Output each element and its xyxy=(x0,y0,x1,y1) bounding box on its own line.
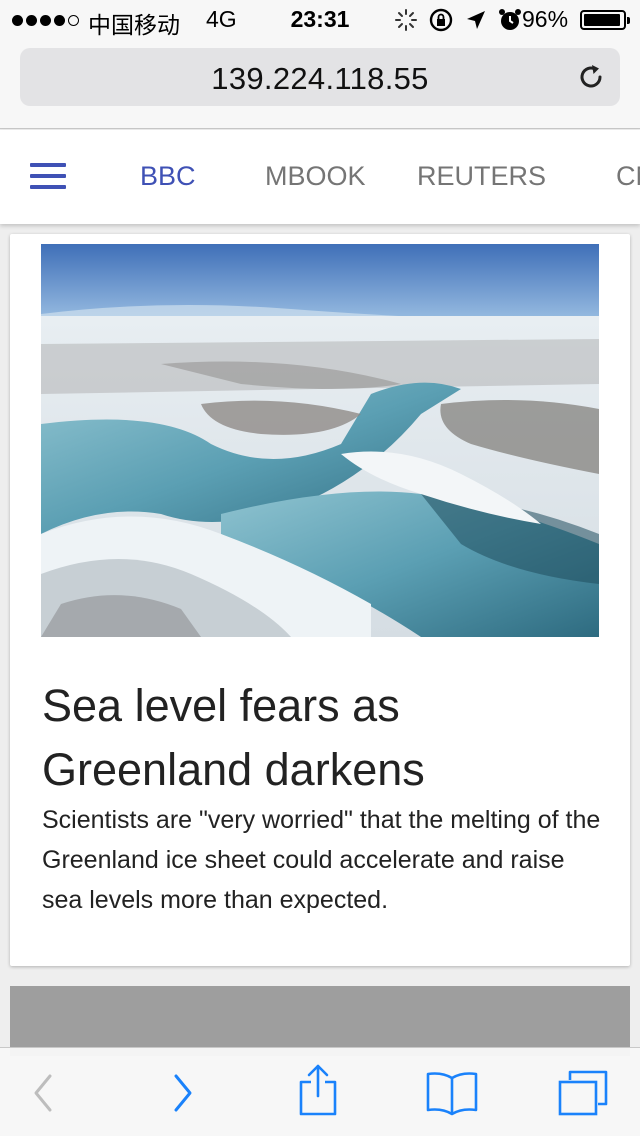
tab-reuters[interactable]: REUTERS xyxy=(417,161,546,192)
screen: 中国移动 4G 23:31 96% 139.224.118.55 BBC MBO… xyxy=(0,0,640,1136)
article-summary: Scientists are "very worried" that the m… xyxy=(42,806,601,914)
hamburger-menu-icon[interactable] xyxy=(30,163,66,189)
battery-fill xyxy=(584,14,621,26)
tab-mbook[interactable]: MBOOK xyxy=(265,161,366,192)
forward-button[interactable] xyxy=(158,1070,208,1116)
status-icons xyxy=(394,7,522,33)
menu-line xyxy=(30,185,66,189)
url-field[interactable]: 139.224.118.55 xyxy=(20,48,620,106)
greenland-meltwater-photo xyxy=(41,244,599,637)
rotation-lock-icon xyxy=(429,8,453,32)
share-button[interactable] xyxy=(293,1064,343,1116)
browser-address-bar: 139.224.118.55 xyxy=(0,40,640,129)
url-text[interactable]: 139.224.118.55 xyxy=(20,61,620,97)
menu-line xyxy=(30,174,66,178)
battery-icon xyxy=(580,10,630,30)
chevron-right-icon xyxy=(174,1074,192,1112)
back-button[interactable] xyxy=(18,1070,68,1116)
article-image[interactable] xyxy=(41,244,599,637)
next-article-card[interactable] xyxy=(10,986,630,1056)
chevron-left-icon xyxy=(34,1074,52,1112)
battery-nub xyxy=(627,17,630,24)
reload-icon[interactable] xyxy=(576,62,606,92)
activity-spinner-icon xyxy=(395,9,417,31)
tab-bbc[interactable]: BBC xyxy=(140,161,196,192)
location-arrow-icon xyxy=(467,11,485,29)
battery-percent: 96% xyxy=(522,6,569,32)
tabs-button[interactable] xyxy=(556,1070,610,1116)
tabs-icon xyxy=(558,1070,608,1116)
tab-cn[interactable]: CN xyxy=(616,161,640,192)
alarm-icon xyxy=(499,9,521,30)
bookmarks-button[interactable] xyxy=(424,1070,480,1116)
source-nav-bar: BBC MBOOK REUTERS CN xyxy=(0,130,640,224)
status-bar: 中国移动 4G 23:31 96% xyxy=(0,0,640,40)
browser-toolbar xyxy=(0,1047,640,1136)
menu-line xyxy=(30,163,66,167)
share-icon xyxy=(299,1064,337,1116)
article-title[interactable]: Sea level fears as Greenland darkens xyxy=(42,674,602,802)
article-card[interactable]: Sea level fears as Greenland darkens Sci… xyxy=(10,234,630,966)
book-icon xyxy=(426,1072,478,1116)
